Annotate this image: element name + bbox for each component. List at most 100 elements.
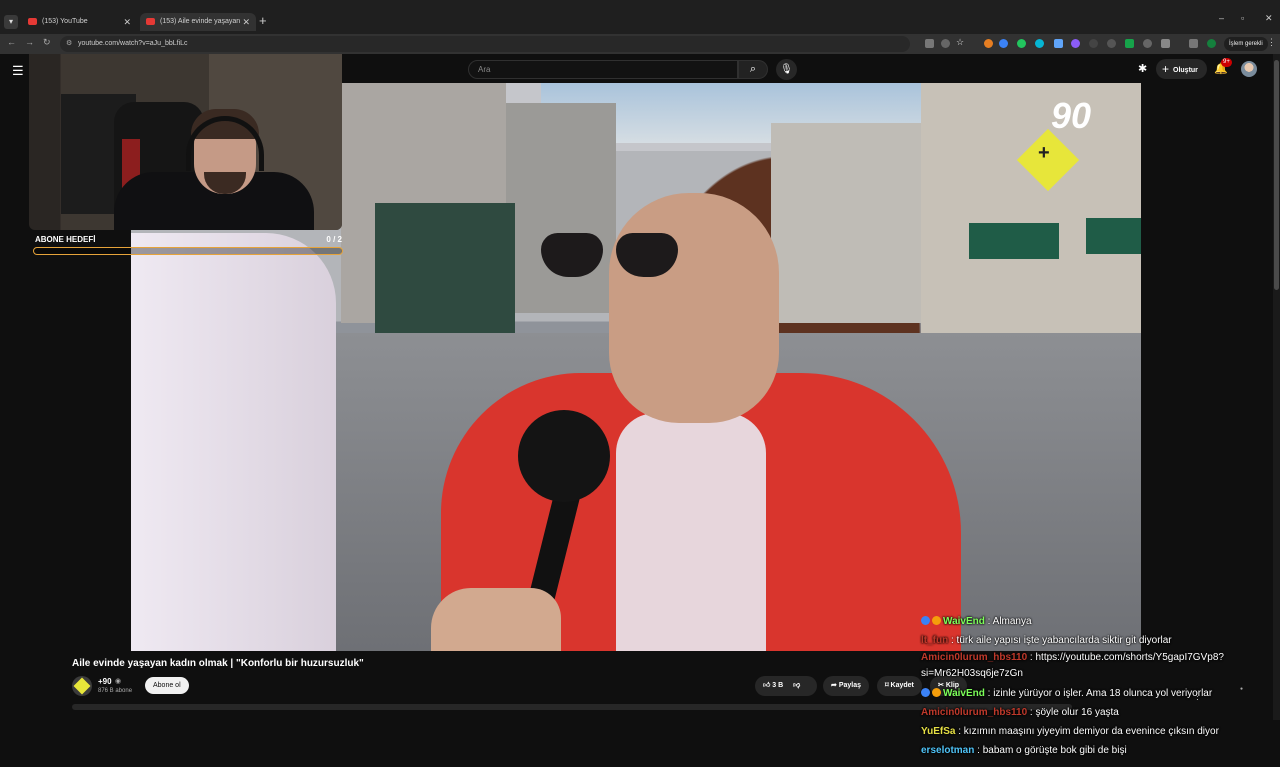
- tab-search-dropdown[interactable]: ▾: [4, 15, 18, 29]
- browser-toolbar: ← → ↻ ⚙ youtube.com/watch?v=aJu_bbLfiLc …: [0, 34, 1280, 54]
- chat-badge-icon: [921, 688, 930, 697]
- extension-icon[interactable]: [984, 39, 993, 48]
- plus-icon: +: [1038, 142, 1050, 164]
- youtube-page: ☰ Ara ⌕ 🎙 ✱ + Oluştur 🔔 9+ + 90 ABONE HE…: [0, 54, 1280, 756]
- browser-tab-video[interactable]: (153) Aile evinde yaşayan kadın ✕: [140, 13, 256, 43]
- extension-icon[interactable]: [1071, 39, 1080, 48]
- channel-avatar[interactable]: [72, 676, 92, 696]
- chat-text: : babam o görüşte bok gibi de bişi: [974, 745, 1127, 756]
- chat-message: WaivEnd : Almanya: [921, 612, 1256, 631]
- reload-icon[interactable]: ↻: [43, 37, 51, 48]
- profile-icon[interactable]: [1207, 39, 1216, 48]
- like-dislike-button[interactable]: 👍︎ 3 B 👎︎: [755, 676, 817, 696]
- interview-microphone: [518, 410, 610, 502]
- bookmark-star-icon[interactable]: ☆: [956, 37, 964, 48]
- extensions-puzzle-icon[interactable]: [1161, 39, 1170, 48]
- tab-close-icon[interactable]: ✕: [123, 13, 131, 31]
- cast-icon[interactable]: [925, 39, 934, 48]
- stream-chat-overlay: WaivEnd : Almanya lt_fun : türk aile yapı…: [921, 612, 1256, 767]
- chat-text: : kızımın maaşını yiyeyim demiyor da eve…: [955, 726, 1219, 737]
- search-input[interactable]: Ara: [468, 60, 738, 79]
- extension-icon[interactable]: [999, 39, 1008, 48]
- share-button[interactable]: ➦ Paylaş: [823, 676, 870, 696]
- plus-icon: +: [1162, 62, 1170, 76]
- action-required-button[interactable]: İşlem gerekli: [1224, 37, 1268, 51]
- extension-icon[interactable]: [1125, 39, 1134, 48]
- interviewee-figure: [616, 413, 766, 651]
- video-title: Aile evinde yaşayan kadın olmak | "Konfo…: [72, 658, 364, 669]
- chat-username: Amicin0lurum_hbs110: [921, 652, 1028, 663]
- chat-username: YuEfSa: [921, 726, 956, 737]
- chat-message: WaivEnd : izinle yürüyor o işler. Ama 18…: [921, 684, 1256, 703]
- extension-icon[interactable]: [1017, 39, 1026, 48]
- thumbs-down-icon[interactable]: 👎︎: [793, 682, 800, 689]
- sparkle-icon[interactable]: ✱: [1138, 62, 1147, 75]
- search-icon[interactable]: ⌕: [738, 60, 768, 79]
- chat-badge-icon: [932, 688, 941, 697]
- chat-text: : şöyle olur 16 yaşta: [1027, 707, 1119, 718]
- channel-name[interactable]: +90: [98, 677, 112, 686]
- chat-username: erselotman: [921, 745, 975, 756]
- video-scene: [1086, 218, 1141, 254]
- close-window-button[interactable]: ✕: [1265, 13, 1273, 24]
- share-icon: ➦: [831, 682, 837, 689]
- browser-tab-bar: ▾ (153) YouTube ✕ (153) Aile evinde yaşa…: [0, 0, 1280, 43]
- video-scene: [969, 223, 1059, 259]
- chat-text: : türk aile yapısı işte yabancılarda sik…: [948, 635, 1172, 646]
- chat-badge-icon: [921, 616, 930, 625]
- sidebar-icon[interactable]: [1189, 39, 1198, 48]
- minimize-button[interactable]: –: [1219, 13, 1224, 23]
- chat-badge-icon: [932, 616, 941, 625]
- create-label: Oluştur: [1173, 67, 1198, 74]
- menu-icon[interactable]: ☰: [12, 63, 24, 79]
- eye-off-icon[interactable]: [941, 39, 950, 48]
- share-label: Paylaş: [838, 682, 862, 689]
- create-button[interactable]: + Oluştur: [1156, 59, 1207, 79]
- youtube-favicon-icon: [146, 18, 155, 25]
- chat-username: WaivEnd: [943, 616, 985, 627]
- browser-menu-icon[interactable]: ⋮: [1267, 37, 1276, 48]
- site-info-icon[interactable]: ⚙: [66, 36, 72, 52]
- extension-icon[interactable]: [1054, 39, 1063, 48]
- address-bar[interactable]: ⚙ youtube.com/watch?v=aJu_bbLfiLc: [60, 36, 910, 52]
- chat-message: lt_fun : türk aile yapısı işte yabancıla…: [921, 631, 1256, 650]
- interviewee-face: [609, 193, 779, 423]
- youtube-favicon-icon: [28, 18, 37, 25]
- chat-message: YuEfSa : kızımın maaşını yiyeyim demiyor…: [921, 722, 1256, 741]
- bookmark-icon: ⌑: [885, 682, 889, 689]
- browser-tab-youtube[interactable]: (153) YouTube ✕: [22, 13, 137, 31]
- interviewer-hand: [431, 588, 561, 651]
- chat-message: Amicin0lurum_hbs110 : https://youtube.co…: [921, 650, 1256, 682]
- like-count: 3 B: [772, 682, 784, 689]
- microphone-icon[interactable]: 🎙: [776, 59, 797, 80]
- chat-username: WaivEnd: [943, 688, 985, 699]
- extension-icon[interactable]: [1089, 39, 1098, 48]
- video-scene: [771, 123, 921, 323]
- extension-icon[interactable]: [1035, 39, 1044, 48]
- url-text: youtube.com/watch?v=aJu_bbLfiLc: [78, 40, 188, 47]
- save-label: Kaydet: [890, 682, 914, 689]
- account-avatar[interactable]: [1241, 61, 1257, 77]
- subscribe-button[interactable]: Abone ol: [145, 677, 189, 694]
- extension-icon[interactable]: [1143, 39, 1152, 48]
- sunglasses: [541, 233, 691, 283]
- streamer-webcam: [29, 54, 342, 230]
- tab-close-icon[interactable]: ✕: [242, 13, 250, 31]
- channel-logo-watermark-text: 90: [1051, 95, 1092, 136]
- page-scrollbar-thumb[interactable]: [1274, 60, 1279, 290]
- thumbs-up-icon[interactable]: 👍︎: [763, 682, 770, 689]
- chat-text: : Almanya: [984, 616, 1032, 627]
- notification-badge: 9+: [1221, 58, 1232, 67]
- extension-icon[interactable]: [1107, 39, 1116, 48]
- forward-arrow-icon[interactable]: →: [25, 37, 34, 47]
- verified-icon: ◉: [115, 678, 122, 685]
- interviewer-figure: [131, 233, 336, 651]
- back-arrow-icon[interactable]: ←: [7, 37, 16, 47]
- save-button[interactable]: ⌑ Kaydet: [877, 676, 922, 696]
- chat-text: : izinle yürüyor o işler. Ama 18 olunca …: [984, 688, 1213, 699]
- goal-progress-bar: [33, 247, 343, 255]
- maximize-button[interactable]: ▫: [1241, 13, 1244, 23]
- subscriber-goal-widget: ABONE HEDEFİ 0 / 2: [29, 230, 343, 260]
- new-tab-button[interactable]: +: [259, 13, 267, 28]
- tab-title: (153) YouTube: [42, 18, 88, 25]
